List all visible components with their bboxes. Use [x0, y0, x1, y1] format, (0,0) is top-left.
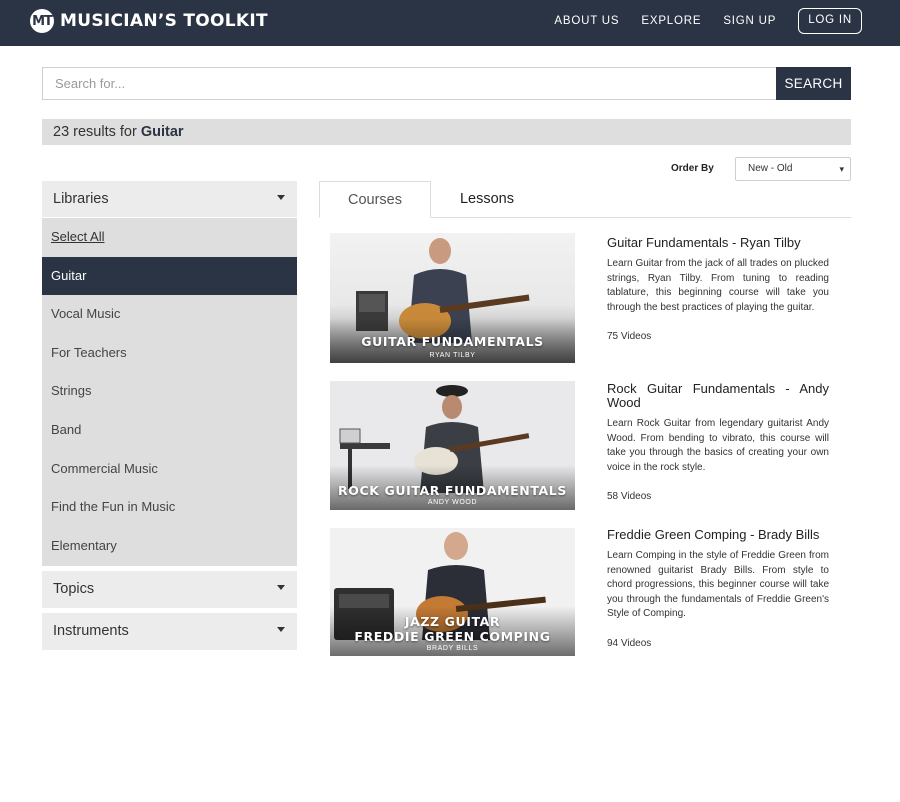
topics-label: Topics	[53, 581, 95, 597]
order-by-value: New - Old	[748, 163, 793, 174]
course-description: Learn Rock Guitar from legendary guitari…	[607, 418, 829, 473]
course-thumbnail-rock-guitar-fundamentals[interactable]: ROCK GUITAR FUNDAMENTALS ANDY WOOD	[330, 381, 575, 510]
dropdown-arrow-icon	[277, 195, 285, 200]
sidebar-item-for-teachers[interactable]: For Teachers	[42, 334, 297, 372]
brand-logo-link[interactable]: MT MUSICIAN’S TOOLKIT	[30, 8, 268, 34]
course-title[interactable]: Freddie Green Comping - Brady Bills	[607, 528, 829, 542]
course-description: Learn Comping in the style of Freddie Gr…	[607, 550, 829, 619]
login-button[interactable]: LOG IN	[798, 8, 862, 34]
sidebar-item-band[interactable]: Band	[42, 411, 297, 449]
sidebar-item-guitar[interactable]: Guitar	[42, 257, 297, 295]
course-thumbnail-guitar-fundamentals[interactable]: GUITAR FUNDAMENTALS RYAN TILBY	[330, 233, 575, 363]
course-video-count: 58 Videos	[607, 491, 652, 502]
search-button[interactable]: SEARCH	[776, 67, 851, 100]
sidebar-item-find-the-fun[interactable]: Find the Fun in Music	[42, 488, 297, 526]
select-all-label: Select All	[51, 229, 105, 244]
brand-name: MUSICIAN’S TOOLKIT	[60, 11, 268, 31]
libraries-label: Libraries	[53, 191, 109, 207]
logo-mark: MT	[32, 13, 53, 29]
thumbnail-title-2: FREDDIE GREEN COMPING	[354, 629, 551, 644]
libraries-header[interactable]: Libraries	[42, 181, 297, 217]
sidebar-item-commercial-music[interactable]: Commercial Music	[42, 450, 297, 488]
tab-lessons[interactable]: Lessons	[431, 181, 543, 218]
nav-sign-up[interactable]: SIGN UP	[723, 15, 776, 27]
tab-courses[interactable]: Courses	[319, 181, 431, 218]
nav-explore[interactable]: EXPLORE	[641, 15, 701, 27]
course-title[interactable]: Rock Guitar Fundamentals - Andy Wood	[607, 382, 829, 410]
results-query: Guitar	[140, 124, 184, 140]
thumbnail-title: JAZZ GUITAR	[404, 614, 501, 629]
sidebar-item-vocal-music[interactable]: Vocal Music	[42, 295, 297, 333]
search-input[interactable]	[42, 67, 776, 100]
thumbnail-subtitle: BRADY BILLS	[426, 645, 479, 652]
dropdown-arrow-icon	[277, 627, 285, 632]
results-summary: 23 results for Guitar	[42, 119, 851, 145]
dropdown-arrow-icon	[277, 585, 285, 590]
course-title[interactable]: Guitar Fundamentals - Ryan Tilby	[607, 236, 829, 250]
top-navigation-bar: MT MUSICIAN’S TOOLKIT ABOUT US EXPLORE S…	[0, 0, 900, 46]
results-count-text: 23 results for	[53, 124, 137, 140]
topics-header[interactable]: Topics	[42, 571, 297, 608]
instruments-label: Instruments	[53, 623, 129, 639]
brand-logo-icon: MT	[30, 9, 54, 33]
chevron-down-icon: ▾	[839, 164, 844, 174]
sidebar-item-elementary[interactable]: Elementary	[42, 527, 297, 565]
order-by-label: Order By	[671, 163, 714, 174]
main-nav: ABOUT US EXPLORE SIGN UP LOG IN	[532, 8, 862, 34]
course-description: Learn Guitar from the jack of all trades…	[607, 258, 829, 313]
libraries-list: Select All Guitar Vocal Music For Teache…	[42, 218, 297, 566]
instruments-header[interactable]: Instruments	[42, 613, 297, 650]
course-thumbnail-freddie-green-comping[interactable]: JAZZ GUITAR FREDDIE GREEN COMPING BRADY …	[330, 528, 575, 656]
thumbnail-title: GUITAR FUNDAMENTALS	[361, 334, 544, 349]
thumbnail-subtitle: ANDY WOOD	[427, 499, 478, 506]
course-video-count: 94 Videos	[607, 638, 652, 649]
thumbnail-title: ROCK GUITAR FUNDAMENTALS	[338, 483, 567, 498]
sidebar-item-strings[interactable]: Strings	[42, 372, 297, 410]
order-by-select[interactable]: New - Old ▾	[735, 157, 851, 181]
course-video-count: 75 Videos	[607, 331, 652, 342]
nav-about-us[interactable]: ABOUT US	[554, 15, 619, 27]
thumbnail-subtitle: RYAN TILBY	[429, 352, 476, 359]
select-all-link[interactable]: Select All	[42, 218, 297, 256]
